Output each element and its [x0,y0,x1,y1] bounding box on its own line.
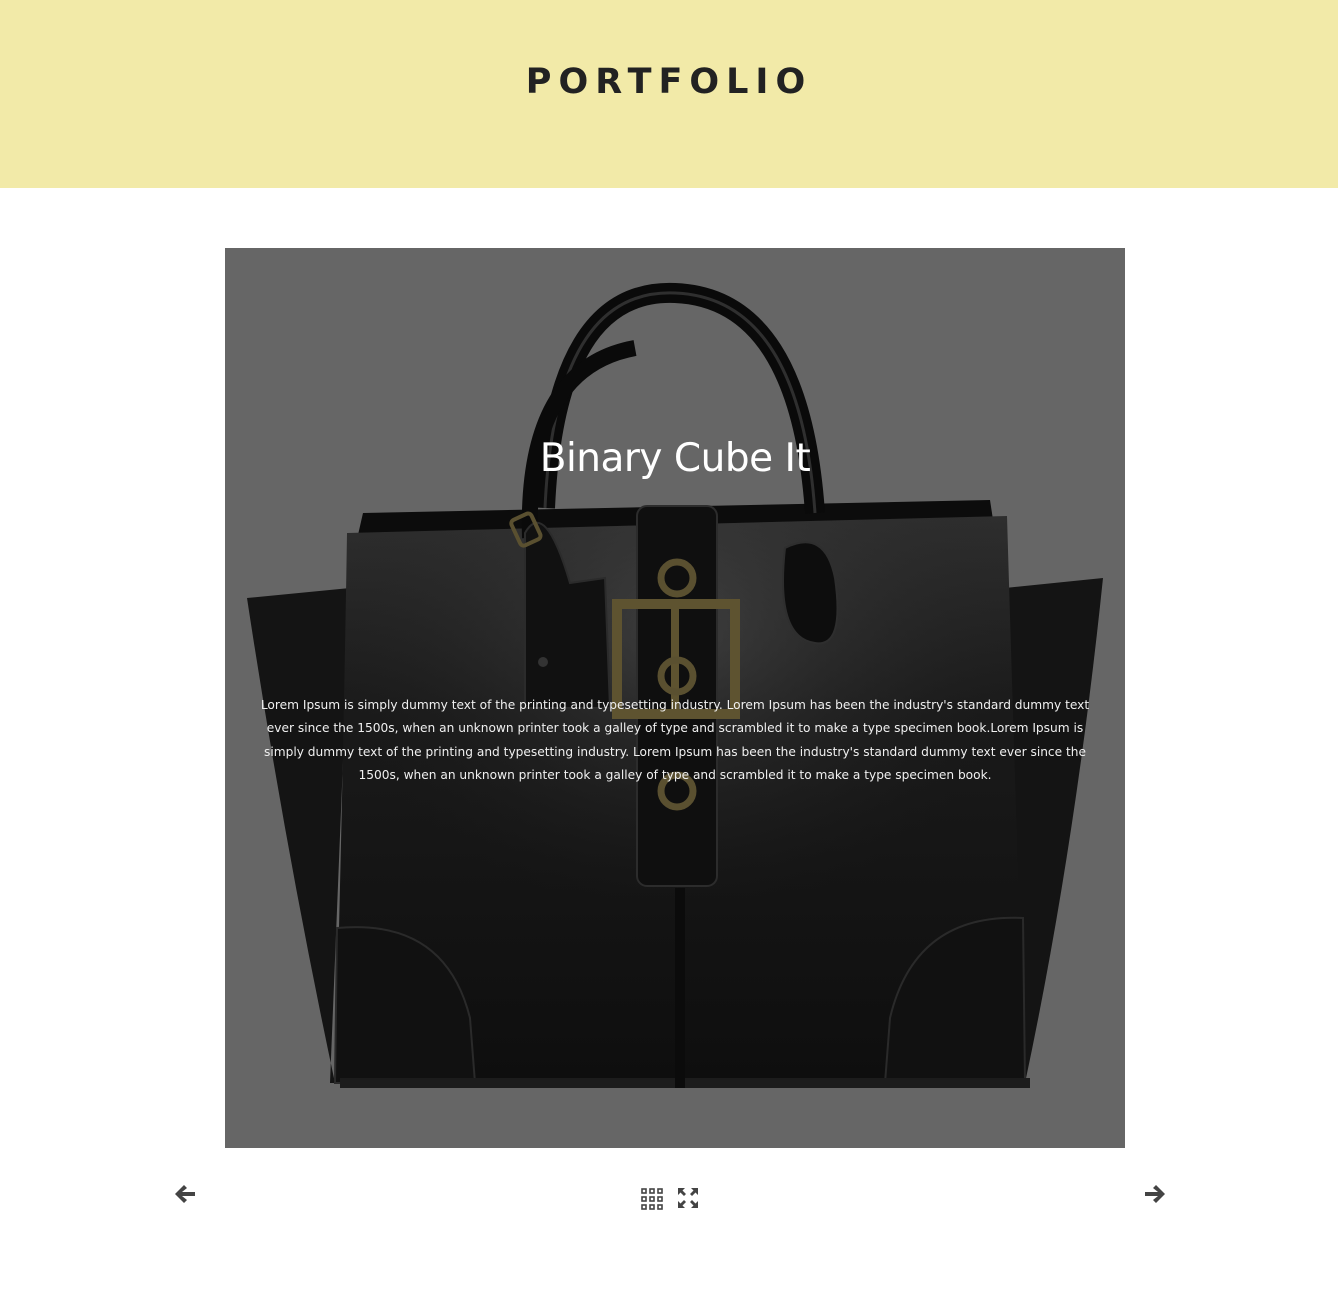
grid-view-button[interactable] [639,1186,665,1212]
portfolio-slide: Binary Cube It Lorem Ipsum is simply dum… [225,248,1125,1148]
arrow-left-icon [175,1185,195,1203]
slide-title: Binary Cube It [539,436,811,481]
next-button[interactable] [1141,1180,1169,1208]
fullscreen-icon [678,1188,698,1208]
fullscreen-button[interactable] [675,1185,701,1211]
page-title: PORTFOLIO [525,62,813,102]
grid-icon [641,1188,663,1210]
arrow-right-icon [1145,1185,1165,1203]
previous-button[interactable] [171,1180,199,1208]
slide-description: Lorem Ipsum is simply dummy text of the … [260,698,1090,783]
page-header: PORTFOLIO [0,0,1338,188]
